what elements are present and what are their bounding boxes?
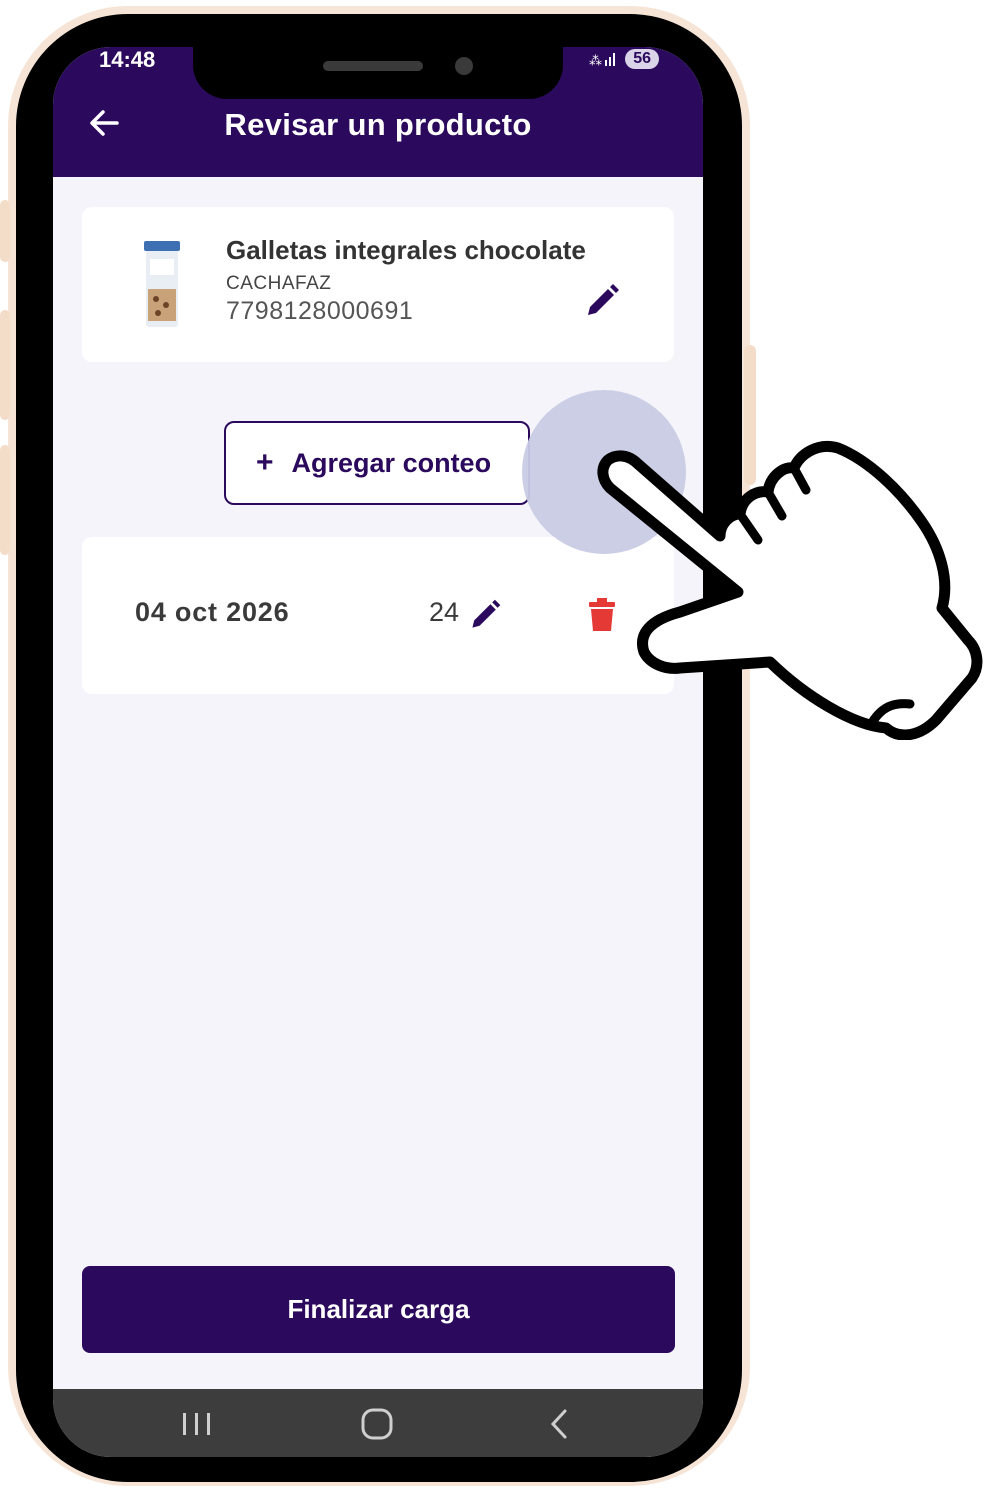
battery-indicator: 56	[625, 49, 659, 69]
camera-notch	[193, 47, 563, 99]
pointing-hand-icon	[597, 441, 983, 740]
product-name: Galletas integrales chocolate	[226, 235, 586, 265]
status-time: 14:48	[99, 47, 156, 72]
signal-icon: ⁂	[589, 53, 616, 68]
system-nav-bar	[53, 1389, 703, 1457]
add-count-label: Agregar conteo	[291, 447, 492, 478]
count-date: 04 oct 2026	[135, 597, 290, 627]
product-brand: CACHAFAZ	[226, 273, 332, 294]
finalize-button[interactable]: Finalizar carga	[82, 1266, 675, 1353]
front-camera	[455, 57, 473, 75]
app-screen: 14:48 ⁂ 56 Revisar un producto Galletas …	[53, 47, 703, 1457]
add-count-button[interactable]: + Agregar conteo	[224, 421, 530, 505]
home-icon[interactable]	[357, 1407, 397, 1441]
count-quantity: 24	[429, 597, 460, 627]
pencil-icon[interactable]	[582, 281, 622, 321]
phone-side-button	[0, 200, 10, 262]
product-barcode: 7798128000691	[226, 297, 414, 325]
product-image	[144, 241, 180, 327]
product-card: Galletas integrales chocolate CACHAFAZ 7…	[82, 207, 674, 362]
app-header: 14:48 ⁂ 56 Revisar un producto	[53, 47, 703, 177]
nav-back-icon[interactable]	[539, 1407, 579, 1441]
plus-icon: +	[256, 446, 274, 479]
svg-text:⁂: ⁂	[589, 54, 602, 68]
recent-apps-icon[interactable]	[177, 1407, 217, 1441]
speaker-grille	[323, 61, 423, 71]
phone-side-button	[0, 445, 10, 555]
status-icons: ⁂ 56	[589, 49, 659, 69]
pencil-icon[interactable]	[467, 597, 503, 633]
page-title: Revisar un producto	[224, 107, 532, 142]
phone-side-button	[0, 310, 10, 420]
